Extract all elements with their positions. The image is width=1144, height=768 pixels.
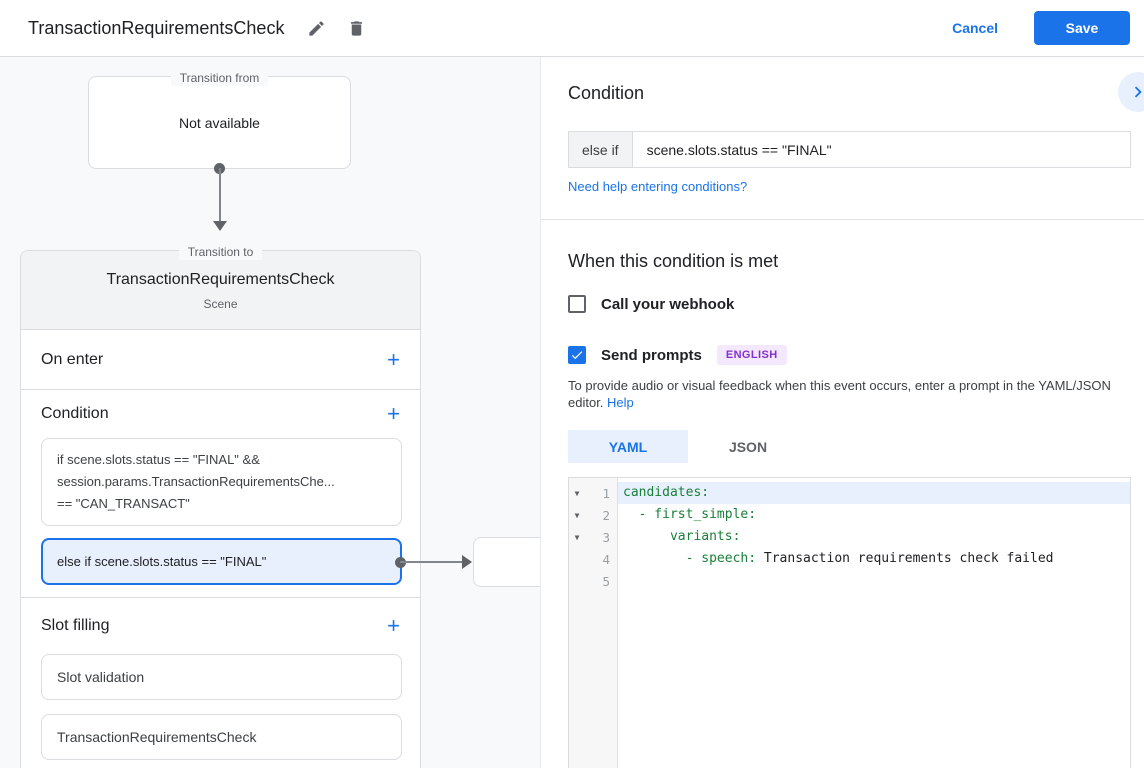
on-enter-section[interactable]: On enter + [21, 330, 420, 390]
yaml-code-editor[interactable]: ▼1 ▼2 ▼3 4 5 candidates: - first_simple:… [568, 477, 1131, 768]
yaml-key: - first_simple: [623, 507, 756, 522]
add-slot-button[interactable]: + [387, 615, 400, 637]
line-number: 4 [585, 552, 617, 567]
editor-code-area[interactable]: candidates: - first_simple: variants: - … [618, 478, 1130, 768]
condition-expression-row: else if scene.slots.status == "FINAL" [568, 131, 1131, 168]
call-webhook-row: Call your webhook [568, 295, 734, 313]
send-prompts-label: Send prompts [601, 347, 702, 364]
send-prompts-row: Send prompts ENGLISH [568, 345, 787, 365]
code-line: - speech: Transaction requirements check… [618, 548, 1130, 570]
slot-item[interactable]: TransactionRequirementsCheck [41, 714, 402, 760]
panel-title: Condition [568, 83, 644, 104]
prompt-description: To provide audio or visual feedback when… [568, 377, 1134, 411]
call-webhook-checkbox[interactable] [568, 295, 586, 313]
call-webhook-label: Call your webhook [601, 296, 734, 313]
transition-from-legend: Transition from [89, 69, 350, 87]
delete-scene-button[interactable] [344, 16, 368, 40]
editor-format-tabs: YAML JSON [568, 430, 808, 463]
scene-card-header[interactable]: TransactionRequirementsCheck Scene [21, 251, 420, 330]
tab-yaml[interactable]: YAML [568, 430, 688, 463]
code-line [618, 570, 1130, 592]
fold-toggle[interactable]: ▼ [569, 511, 585, 520]
send-prompts-checkbox[interactable] [568, 346, 586, 364]
line-number: 1 [585, 486, 617, 501]
code-line: candidates: [618, 482, 1130, 504]
yaml-key: candidates: [623, 485, 709, 500]
save-button[interactable]: Save [1034, 11, 1130, 45]
trash-icon [347, 19, 366, 38]
condition-item-selected[interactable]: else if scene.slots.status == "FINAL" [41, 538, 402, 585]
conditions-help-link[interactable]: Need help entering conditions? [568, 179, 747, 194]
collapse-panel-button[interactable] [1118, 72, 1144, 112]
editor-gutter: ▼1 ▼2 ▼3 4 5 [569, 478, 618, 768]
line-number: 2 [585, 508, 617, 523]
cancel-button[interactable]: Cancel [952, 20, 998, 36]
condition-expression-input[interactable]: scene.slots.status == "FINAL" [633, 132, 1130, 167]
page-title: TransactionRequirementsCheck [28, 18, 284, 39]
arrow-down-icon [213, 221, 227, 231]
line-number: 3 [585, 530, 617, 545]
language-badge: ENGLISH [717, 345, 787, 365]
when-condition-met-heading: When this condition is met [568, 251, 778, 272]
edit-title-button[interactable] [304, 16, 328, 40]
condition-line: == "CAN_TRANSACT" [57, 493, 386, 515]
condition-line: if scene.slots.status == "FINAL" && [57, 449, 386, 471]
top-header: TransactionRequirementsCheck Cancel Save [0, 0, 1144, 57]
transition-from-box[interactable]: Transition from Not available [88, 76, 351, 169]
condition-section-header: Condition + [21, 390, 420, 438]
transition-from-content: Not available [179, 115, 260, 131]
add-on-enter-button[interactable]: + [387, 349, 400, 371]
arrow-right-icon [462, 555, 472, 569]
panel-divider [541, 219, 1144, 220]
checkmark-icon [570, 348, 584, 362]
connector-line-horizontal [400, 561, 463, 563]
condition-line: session.params.TransactionRequirementsCh… [57, 471, 386, 493]
on-enter-label: On enter [41, 351, 103, 369]
yaml-key: variants: [623, 529, 740, 544]
code-line: - first_simple: [618, 504, 1130, 526]
code-line: variants: [618, 526, 1130, 548]
pencil-icon [307, 19, 326, 38]
condition-section: Condition + if scene.slots.status == "FI… [21, 390, 420, 598]
condition-prefix: else if [569, 132, 633, 167]
fold-toggle[interactable]: ▼ [569, 489, 585, 498]
scene-flow-canvas: Transition from Not available Transition… [0, 57, 540, 768]
condition-label: Condition [41, 405, 109, 423]
chevron-right-icon [1127, 81, 1144, 103]
connector-line-vertical [219, 168, 221, 222]
slot-filling-section-header: Slot filling + [21, 598, 420, 654]
prompt-help-link[interactable]: Help [607, 395, 634, 410]
slot-filling-label: Slot filling [41, 617, 109, 635]
yaml-value: Transaction requirements check failed [764, 551, 1054, 566]
scene-card: Transition to TransactionRequirementsChe… [20, 250, 421, 768]
transition-to-legend: Transition to [21, 243, 420, 261]
fold-toggle[interactable]: ▼ [569, 533, 585, 542]
condition-item[interactable]: if scene.slots.status == "FINAL" && sess… [41, 438, 402, 526]
line-number: 5 [585, 574, 617, 589]
scene-type-label: Scene [21, 297, 420, 311]
slot-item[interactable]: Slot validation [41, 654, 402, 700]
transition-target-box[interactable] [473, 537, 540, 587]
slot-filling-section: Slot filling + Slot validation Transacti… [21, 598, 420, 760]
prompt-description-text: To provide audio or visual feedback when… [568, 378, 1111, 410]
yaml-key: - speech: [623, 551, 764, 566]
condition-editor-panel: Condition else if scene.slots.status == … [540, 57, 1144, 768]
scene-name: TransactionRequirementsCheck [21, 271, 420, 289]
add-condition-button[interactable]: + [387, 403, 400, 425]
tab-json[interactable]: JSON [688, 430, 808, 463]
